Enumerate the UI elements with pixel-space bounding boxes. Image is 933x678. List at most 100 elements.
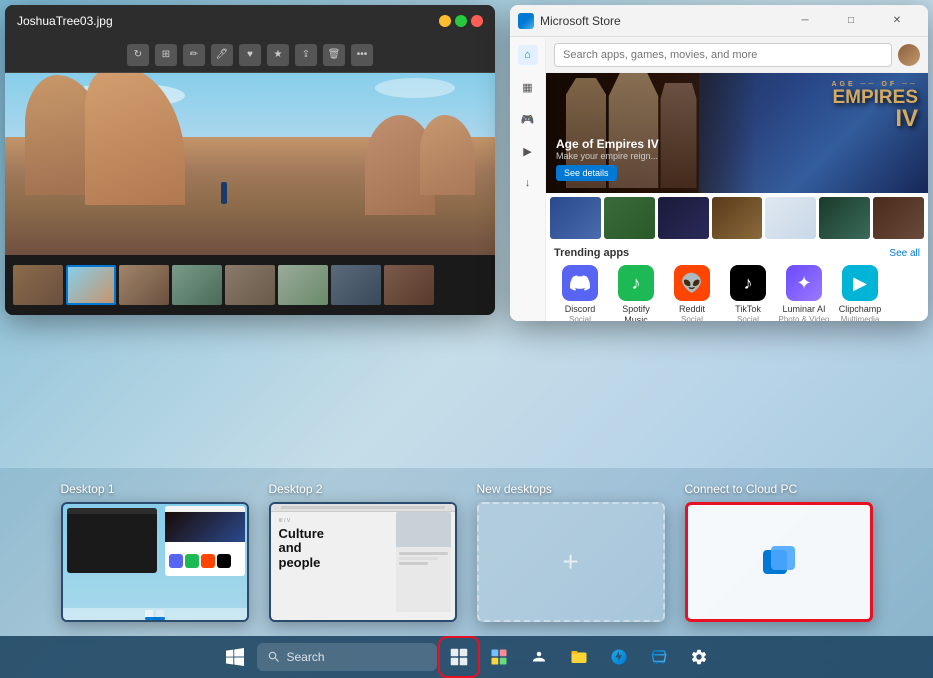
sidebar-library-icon[interactable]: ↓ [518, 173, 538, 193]
discord-icon [562, 265, 598, 301]
desktop-2-and: and [279, 540, 302, 555]
cloud-pc-icon [759, 542, 799, 582]
desktop-2-preview[interactable]: III / V Culture and people [269, 502, 457, 622]
filmstrip-thumb[interactable] [384, 265, 434, 305]
desktop-2-card: Desktop 2 III / V Culture and people [269, 482, 457, 622]
photo-image [5, 73, 495, 255]
store-app-icon [518, 13, 534, 29]
desktop-1-preview[interactable] [61, 502, 249, 622]
settings-button[interactable] [681, 639, 717, 675]
crop-icon[interactable]: ⊞ [155, 44, 177, 66]
app-card-luminar[interactable]: ✦ Luminar AI Photo & Video ★★★★ [778, 265, 830, 321]
delete-icon[interactable]: 🗑 [323, 44, 345, 66]
photo-window-controls [439, 15, 483, 27]
clipchamp-icon: ▶ [842, 265, 878, 301]
close-button[interactable] [471, 15, 483, 27]
clipchamp-category: Multimedia [841, 315, 880, 321]
search-placeholder-text: Search [287, 650, 325, 664]
store-taskbar-icon [650, 648, 668, 666]
store-close-button[interactable]: ✕ [874, 5, 920, 37]
hero-title-overlay: AGE ── OF ── EMPIRES IV [831, 81, 918, 131]
sidebar-gaming-icon[interactable]: 🎮 [518, 109, 538, 129]
photo-toolbar: ↻ ⊞ ✏ 🖊 ♥ ★ ⇪ 🗑 ••• [5, 37, 495, 73]
trending-title: Trending apps [554, 247, 629, 259]
task-view-button[interactable] [441, 639, 477, 675]
search-bar[interactable]: Search [257, 643, 437, 671]
featured-thumb[interactable] [550, 197, 601, 239]
tiktok-name: TikTok [735, 304, 761, 315]
app-card-reddit[interactable]: 👽 Reddit Social ★★★★ [666, 265, 718, 321]
more-icon[interactable]: ••• [351, 44, 373, 66]
hero-subtitle: Make your empire reign... [556, 151, 659, 161]
star-icon[interactable]: ★ [267, 44, 289, 66]
store-taskbar-button[interactable] [641, 639, 677, 675]
minimize-button[interactable] [439, 15, 451, 27]
store-title-area: Microsoft Store [518, 13, 776, 29]
pencil-icon[interactable]: ✏ [183, 44, 205, 66]
discord-category: Social [569, 315, 591, 321]
clipchamp-name: Clipchamp [839, 304, 882, 315]
featured-thumb[interactable] [658, 197, 709, 239]
store-body: ⌂ ▦ 🎮 ▶ ↓ Age of Empires IV [510, 37, 928, 321]
store-minimize-button[interactable]: ─ [782, 5, 828, 37]
app-card-discord[interactable]: Discord Social ★★★★★ [554, 265, 606, 321]
featured-thumb[interactable] [604, 197, 655, 239]
maximize-button[interactable] [455, 15, 467, 27]
luminar-name: Luminar AI [782, 304, 825, 315]
desktop-2-people: people [279, 555, 321, 570]
draw-icon[interactable]: 🖊 [211, 44, 233, 66]
luminar-category: Photo & Video [778, 315, 829, 321]
new-desktop-card: New desktops + [477, 482, 665, 622]
filmstrip-thumb[interactable] [119, 265, 169, 305]
desktop-2-content: III / V Culture and people [271, 504, 455, 620]
desktop-2-label: Desktop 2 [269, 482, 323, 496]
new-desktop-label: New desktops [477, 482, 552, 496]
sidebar-home-icon[interactable]: ⌂ [518, 45, 538, 65]
store-maximize-button[interactable]: □ [828, 5, 874, 37]
teams-button[interactable] [521, 639, 557, 675]
file-explorer-button[interactable] [561, 639, 597, 675]
trending-header: Trending apps See all [546, 243, 928, 261]
app-card-clipchamp[interactable]: ▶ Clipchamp Multimedia ★★★★ [834, 265, 886, 321]
file-explorer-icon [570, 648, 588, 666]
widgets-button[interactable] [481, 639, 517, 675]
filmstrip-thumb[interactable] [331, 265, 381, 305]
share-icon[interactable]: ⇪ [295, 44, 317, 66]
store-user-avatar[interactable] [898, 44, 920, 66]
see-all-link[interactable]: See all [889, 248, 920, 259]
reddit-icon: 👽 [674, 265, 710, 301]
filmstrip-thumb[interactable] [225, 265, 275, 305]
new-desktop-preview[interactable]: + [477, 502, 665, 622]
store-window-controls: ─ □ ✕ [782, 5, 920, 37]
app-card-tiktok[interactable]: ♪ TikTok Social ★★★ [722, 265, 774, 321]
filmstrip-thumb[interactable] [172, 265, 222, 305]
store-search-input[interactable] [554, 43, 892, 67]
rotate-icon[interactable]: ↻ [127, 44, 149, 66]
hero-game-title: Age of Empires IV [556, 137, 659, 151]
featured-thumb[interactable] [873, 197, 924, 239]
spotify-name: Spotify Music [610, 304, 662, 321]
heart-icon[interactable]: ♥ [239, 44, 261, 66]
luminar-icon: ✦ [786, 265, 822, 301]
featured-thumb[interactable] [819, 197, 870, 239]
tiktok-icon: ♪ [730, 265, 766, 301]
edge-button[interactable] [601, 639, 637, 675]
store-titlebar: Microsoft Store ─ □ ✕ [510, 5, 928, 37]
teams-icon [530, 648, 548, 666]
store-sidebar: ⌂ ▦ 🎮 ▶ ↓ [510, 37, 546, 321]
cloud-pc-preview[interactable] [685, 502, 873, 622]
sidebar-movies-icon[interactable]: ▶ [518, 141, 538, 161]
sidebar-apps-icon[interactable]: ▦ [518, 77, 538, 97]
microsoft-store-window: Microsoft Store ─ □ ✕ ⌂ ▦ 🎮 ▶ ↓ [510, 5, 928, 321]
featured-thumb[interactable] [765, 197, 816, 239]
filmstrip-thumb[interactable] [278, 265, 328, 305]
app-card-spotify[interactable]: ♪ Spotify Music Music ★★★★★ [610, 265, 662, 321]
filmstrip-thumb[interactable] [13, 265, 63, 305]
filmstrip-thumb[interactable] [66, 265, 116, 305]
featured-thumb[interactable] [712, 197, 763, 239]
photo-title: JoshuaTree03.jpg [17, 14, 431, 28]
trending-apps-list: Discord Social ★★★★★ ♪ Spotify Music Mus… [546, 261, 928, 321]
photo-filmstrip [5, 255, 495, 315]
start-button[interactable] [217, 639, 253, 675]
hero-cta-button[interactable]: See details [556, 165, 617, 181]
